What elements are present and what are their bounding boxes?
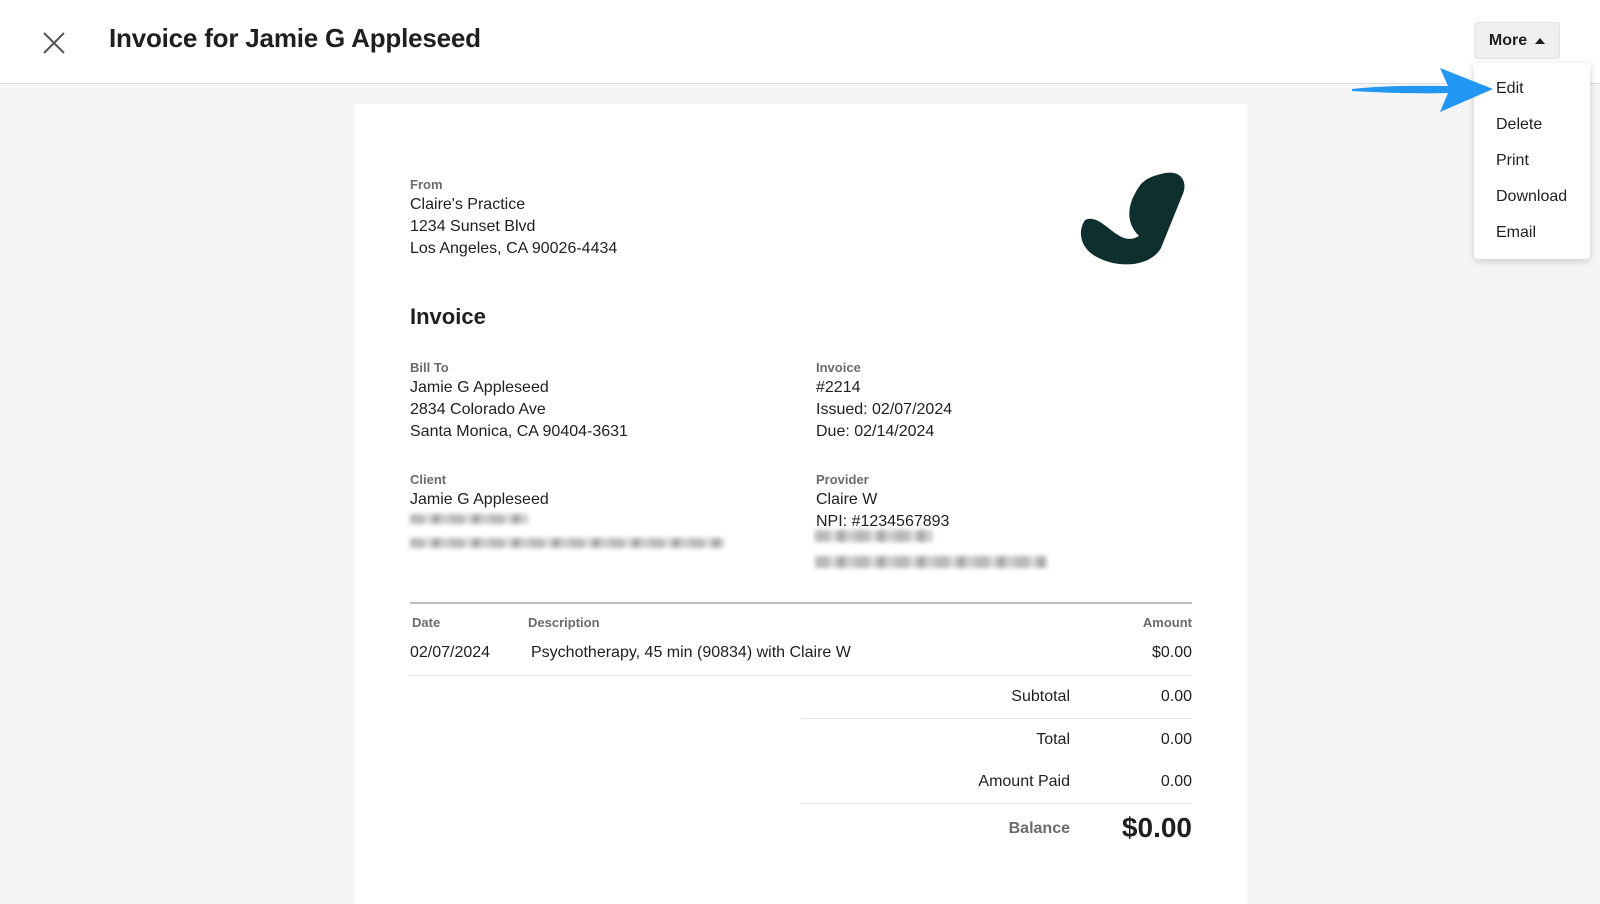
- invoice-document: From Claire's Practice 1234 Sunset Blvd …: [355, 104, 1247, 904]
- subtotal-divider: [801, 718, 1192, 719]
- subtotal-value: 0.00: [1160, 688, 1192, 705]
- invoice-heading: Invoice: [410, 304, 486, 329]
- redacted-client-phone: [410, 514, 528, 524]
- subtotal-label: Subtotal: [1011, 688, 1070, 705]
- amount-paid-value: 0.00: [1160, 773, 1192, 790]
- provider-section: Provider Claire W NPI: #1234567893: [816, 472, 949, 533]
- practice-name: Claire's Practice: [410, 196, 526, 213]
- row-description: Psychotherapy, 45 min (90834) with Clair…: [531, 644, 851, 661]
- invoice-due-date: Due: 02/14/2024: [816, 423, 935, 440]
- total-value: 0.00: [1160, 731, 1192, 748]
- page-title: Invoice for Jamie G Appleseed: [109, 23, 481, 53]
- row-divider: [410, 675, 1192, 676]
- more-button-label: More: [1488, 31, 1528, 49]
- from-label: From: [410, 177, 443, 192]
- column-header-amount: Amount: [1142, 615, 1192, 630]
- bill-to-label: Bill To: [410, 360, 449, 375]
- caret-up-icon: [1535, 37, 1546, 44]
- menu-item-print[interactable]: Print: [1474, 143, 1590, 179]
- redacted-client-email: [410, 538, 724, 548]
- invoice-issued-date: Issued: 02/07/2024: [816, 401, 953, 418]
- invoice-number: #2214: [816, 379, 861, 396]
- bill-to-address-line1: 2834 Colorado Ave: [410, 401, 546, 418]
- balance-value: $0.00: [1121, 812, 1192, 843]
- redacted-provider-email: [815, 556, 1047, 568]
- row-amount: $0.00: [1151, 644, 1192, 661]
- column-header-description: Description: [528, 615, 600, 630]
- provider-label: Provider: [816, 472, 869, 487]
- invoice-details-label: Invoice: [816, 360, 861, 375]
- column-header-date: Date: [412, 615, 441, 630]
- row-date: 02/07/2024: [410, 644, 491, 661]
- redacted-provider-phone: [815, 530, 933, 542]
- from-section: From Claire's Practice 1234 Sunset Blvd …: [410, 177, 617, 260]
- total-label: Total: [1036, 731, 1070, 748]
- client-name: Jamie G Appleseed: [410, 491, 549, 508]
- more-button[interactable]: More: [1474, 22, 1560, 59]
- client-label: Client: [410, 472, 447, 487]
- bill-to-section: Bill To Jamie G Appleseed 2834 Colorado …: [410, 360, 628, 443]
- table-divider: [410, 602, 1192, 604]
- balance-label: Balance: [1008, 820, 1070, 837]
- menu-item-email[interactable]: Email: [1474, 215, 1590, 251]
- invoice-details-section: Invoice #2214 Issued: 02/07/2024 Due: 02…: [816, 360, 952, 443]
- close-icon: [43, 32, 65, 54]
- provider-name: Claire W: [816, 491, 878, 508]
- client-section: Client Jamie G Appleseed: [410, 472, 549, 511]
- paid-divider: [801, 803, 1192, 804]
- practice-address-line1: 1234 Sunset Blvd: [410, 218, 536, 235]
- practice-address-line2: Los Angeles, CA 90026-4434: [410, 240, 618, 257]
- bill-to-address-line2: Santa Monica, CA 90404-3631: [410, 423, 628, 440]
- menu-item-download[interactable]: Download: [1474, 179, 1590, 215]
- practice-logo: [1080, 172, 1185, 265]
- amount-paid-label: Amount Paid: [978, 773, 1070, 790]
- close-button[interactable]: [38, 27, 70, 59]
- pointer-arrow-icon: [1352, 68, 1493, 112]
- bill-to-name: Jamie G Appleseed: [410, 379, 549, 396]
